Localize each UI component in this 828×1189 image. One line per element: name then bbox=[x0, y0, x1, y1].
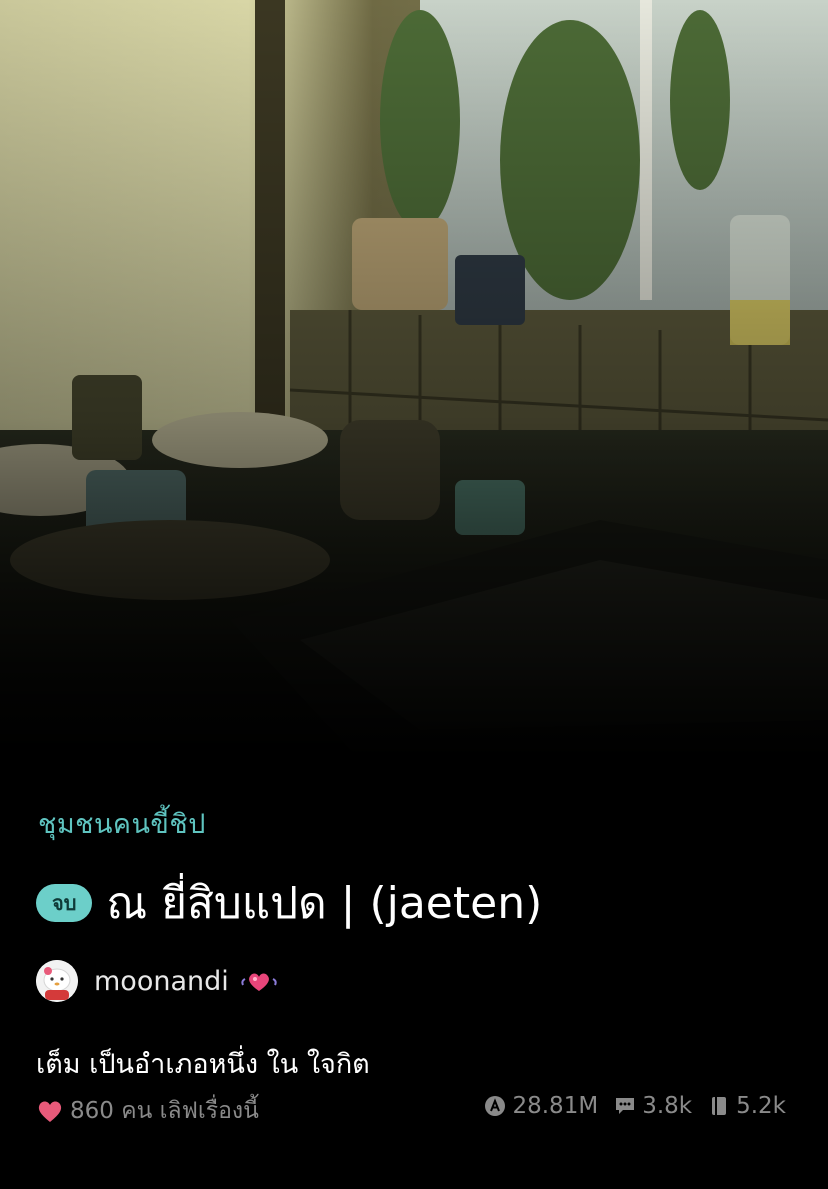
comments-stat: 3.8k bbox=[614, 1093, 692, 1119]
story-info: ชุมชนคนขี้ชิป จบ ณ ยี่สิบแปด | (jaeten) … bbox=[0, 760, 828, 1189]
stats-row: 860 คน เลิฟเรื่องนี้ 28.81M 3.8k 5.2k bbox=[36, 1093, 796, 1125]
likes-text: 860 คน เลิฟเรื่องนี้ bbox=[70, 1098, 259, 1124]
right-stats: 28.81M 3.8k 5.2k bbox=[468, 1093, 786, 1119]
title-row: จบ ณ ยี่สิบแปด | (jaeten) bbox=[36, 868, 542, 938]
avatar[interactable] bbox=[36, 960, 78, 1002]
cover-image bbox=[0, 0, 828, 760]
author-row[interactable]: moonandi bbox=[36, 960, 279, 1002]
book-icon bbox=[712, 1097, 727, 1115]
story-description: เต็ม เป็นอำเภอหนึ่ง ใน ใจกิต bbox=[36, 1049, 370, 1080]
author-name[interactable]: moonandi bbox=[94, 966, 229, 997]
comments-count: 3.8k bbox=[642, 1093, 693, 1119]
heart-icon[interactable] bbox=[36, 1098, 64, 1124]
story-title: ณ ยี่สิบแปด | (jaeten) bbox=[106, 878, 543, 929]
bookmarks-count: 5.2k bbox=[736, 1093, 786, 1119]
story-category[interactable]: ชุมชนคนขี้ชิป bbox=[38, 802, 206, 845]
likes-stat[interactable]: 860 คน เลิฟเรื่องนี้ bbox=[36, 1093, 259, 1129]
bookmarks-stat: 5.2k bbox=[708, 1093, 786, 1119]
views-icon bbox=[485, 1096, 506, 1116]
comment-icon bbox=[616, 1098, 635, 1114]
status-badge: จบ bbox=[36, 884, 93, 922]
heart-badge-icon bbox=[241, 973, 277, 991]
views-count: 28.81M bbox=[512, 1093, 599, 1119]
views-stat: 28.81M bbox=[484, 1093, 598, 1119]
